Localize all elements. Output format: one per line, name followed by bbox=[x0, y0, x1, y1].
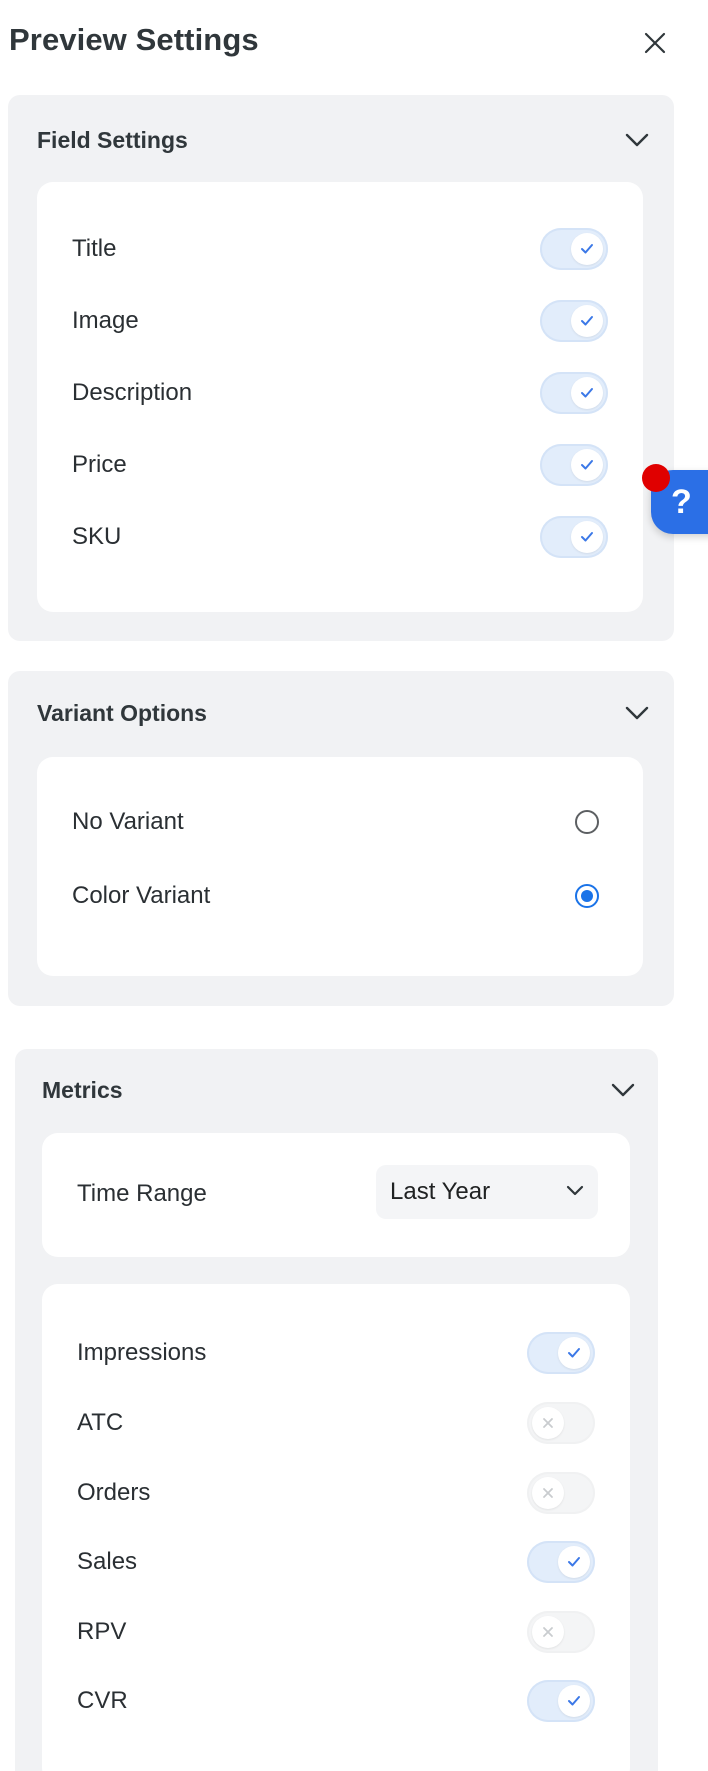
field-label: Description bbox=[72, 379, 193, 406]
field-label: Image bbox=[72, 307, 139, 334]
check-icon bbox=[558, 1546, 590, 1578]
field-row-description: Description bbox=[72, 371, 608, 415]
metrics-card: Impressions ATC Orders Sales RPV CVR bbox=[42, 1284, 630, 1771]
cvr-toggle[interactable] bbox=[527, 1680, 595, 1722]
field-settings-card: Title Image Description Price SKU bbox=[37, 182, 643, 612]
metric-label: RPV bbox=[77, 1618, 127, 1645]
sku-toggle[interactable] bbox=[540, 516, 608, 558]
metric-label: CVR bbox=[77, 1687, 128, 1714]
field-row-price: Price bbox=[72, 443, 608, 487]
variant-row-no-variant: No Variant bbox=[72, 800, 608, 844]
help-question-icon: ? bbox=[671, 482, 692, 521]
variant-options-card: No Variant Color Variant bbox=[37, 757, 643, 976]
metric-label: Orders bbox=[77, 1479, 151, 1506]
sales-toggle[interactable] bbox=[527, 1541, 595, 1583]
atc-toggle[interactable] bbox=[527, 1402, 595, 1444]
time-range-label: Time Range bbox=[77, 1180, 207, 1207]
metric-row-rpv: RPV bbox=[77, 1610, 595, 1654]
section-title: Field Settings bbox=[37, 126, 188, 153]
close-icon bbox=[644, 32, 666, 54]
field-row-title: Title bbox=[72, 227, 608, 271]
metric-label: Impressions bbox=[77, 1339, 207, 1366]
metric-row-sales: Sales bbox=[77, 1540, 595, 1584]
field-settings-header[interactable]: Field Settings bbox=[37, 120, 650, 160]
check-icon bbox=[571, 233, 603, 265]
field-label: Price bbox=[72, 451, 127, 478]
metric-label: Sales bbox=[77, 1548, 138, 1575]
field-label: SKU bbox=[72, 523, 122, 550]
field-row-image: Image bbox=[72, 299, 608, 343]
field-settings-section: Field Settings Title Image Description P… bbox=[8, 95, 674, 641]
time-range-card: Time Range Last Year bbox=[42, 1133, 630, 1257]
title-toggle[interactable] bbox=[540, 228, 608, 270]
variant-options-section: Variant Options No Variant Color Variant bbox=[8, 671, 674, 1006]
image-toggle[interactable] bbox=[540, 300, 608, 342]
description-toggle[interactable] bbox=[540, 372, 608, 414]
check-icon bbox=[571, 305, 603, 337]
time-range-select[interactable]: Last Year bbox=[376, 1165, 598, 1219]
color-variant-radio[interactable] bbox=[575, 884, 599, 908]
field-row-sku: SKU bbox=[72, 515, 608, 559]
x-icon bbox=[532, 1477, 564, 1509]
chevron-down-icon bbox=[624, 700, 650, 726]
x-icon bbox=[532, 1616, 564, 1648]
field-label: Title bbox=[72, 235, 117, 262]
metric-row-atc: ATC bbox=[77, 1401, 595, 1445]
variant-options-header[interactable]: Variant Options bbox=[37, 693, 650, 733]
section-title: Variant Options bbox=[37, 699, 207, 726]
rpv-toggle[interactable] bbox=[527, 1611, 595, 1653]
check-icon bbox=[571, 449, 603, 481]
notification-dot bbox=[642, 464, 670, 492]
impressions-toggle[interactable] bbox=[527, 1332, 595, 1374]
metrics-section: Metrics Time Range Last Year Impressions… bbox=[15, 1049, 658, 1771]
close-button[interactable] bbox=[638, 26, 672, 60]
metric-label: ATC bbox=[77, 1409, 124, 1436]
chevron-down-icon bbox=[566, 1183, 584, 1201]
section-title: Metrics bbox=[42, 1076, 123, 1103]
check-icon bbox=[571, 521, 603, 553]
price-toggle[interactable] bbox=[540, 444, 608, 486]
time-range-value: Last Year bbox=[390, 1178, 491, 1205]
x-icon bbox=[532, 1407, 564, 1439]
variant-label: No Variant bbox=[72, 808, 184, 835]
check-icon bbox=[558, 1337, 590, 1369]
metric-row-cvr: CVR bbox=[77, 1679, 595, 1723]
metrics-header[interactable]: Metrics bbox=[42, 1070, 636, 1110]
chevron-down-icon bbox=[624, 127, 650, 153]
orders-toggle[interactable] bbox=[527, 1472, 595, 1514]
metric-row-impressions: Impressions bbox=[77, 1331, 595, 1375]
metric-row-orders: Orders bbox=[77, 1471, 595, 1515]
variant-row-color-variant: Color Variant bbox=[72, 874, 608, 918]
page-title: Preview Settings bbox=[9, 22, 259, 57]
check-icon bbox=[571, 377, 603, 409]
variant-label: Color Variant bbox=[72, 882, 211, 909]
chevron-down-icon bbox=[610, 1077, 636, 1103]
no-variant-radio[interactable] bbox=[575, 810, 599, 834]
check-icon bbox=[558, 1685, 590, 1717]
